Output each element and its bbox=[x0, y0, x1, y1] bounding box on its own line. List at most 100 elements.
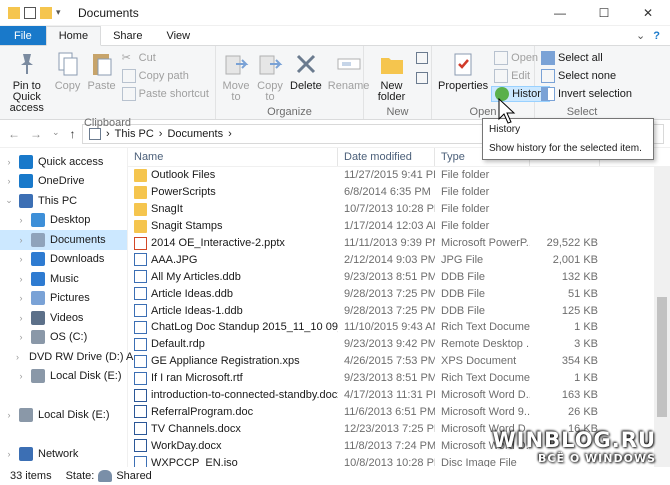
file-row[interactable]: Snagit Stamps 1/17/2014 12:03 AM File fold… bbox=[128, 218, 670, 235]
move-to-icon bbox=[225, 55, 249, 75]
title-bar: ▾ Documents — ☐ ✕ bbox=[0, 0, 670, 26]
chevron-icon[interactable]: › bbox=[16, 215, 26, 225]
cut-button[interactable]: ✂ Cut bbox=[119, 50, 212, 66]
close-button[interactable]: ✕ bbox=[626, 0, 670, 26]
easy-access-icon[interactable] bbox=[416, 72, 428, 84]
file-row[interactable]: If I ran Microsoft.rtf 9/23/2013 8:51 PM R… bbox=[128, 370, 670, 387]
chevron-icon[interactable]: › bbox=[16, 332, 26, 342]
chevron-icon[interactable]: › bbox=[16, 293, 26, 303]
column-date-modified[interactable]: Date modified bbox=[338, 148, 435, 166]
nav-item[interactable]: › Local Disk (E:) bbox=[0, 367, 127, 387]
nav-item[interactable]: › Videos bbox=[0, 308, 127, 328]
chevron-icon[interactable]: ⌄ bbox=[4, 195, 14, 206]
chevron-icon[interactable]: › bbox=[16, 352, 19, 362]
file-name-cell: Article Ideas-1.ddb bbox=[128, 304, 338, 318]
state-value: Shared bbox=[116, 470, 152, 482]
file-row[interactable]: Outlook Files 11/27/2015 9:41 PM File fold… bbox=[128, 167, 670, 184]
nav-item[interactable]: › Downloads bbox=[0, 250, 127, 270]
file-name: Outlook Files bbox=[151, 169, 216, 182]
file-date: 10/7/2013 10:28 PM bbox=[344, 203, 435, 216]
nav-item bbox=[0, 386, 127, 406]
copy-button[interactable]: Copy bbox=[51, 48, 85, 94]
nav-item[interactable]: › Network bbox=[0, 445, 127, 465]
chevron-icon[interactable]: › bbox=[4, 449, 14, 459]
nav-item[interactable]: ⌄ This PC bbox=[0, 191, 127, 211]
copy-path-button[interactable]: Copy path bbox=[119, 68, 212, 84]
chevron-down-icon[interactable]: ▾ bbox=[56, 7, 68, 19]
file-name: AAA.JPG bbox=[151, 253, 198, 266]
chevron-icon[interactable]: › bbox=[16, 371, 26, 381]
chevron-down-icon[interactable]: ⌄ bbox=[636, 29, 645, 42]
copy-to-button[interactable]: Copy to bbox=[253, 48, 287, 105]
column-name[interactable]: Name bbox=[128, 148, 338, 166]
tab-home[interactable]: Home bbox=[45, 26, 102, 46]
properties-label: Properties bbox=[438, 80, 489, 92]
move-to-button[interactable]: Move to bbox=[219, 48, 253, 105]
paste-button[interactable]: Paste bbox=[85, 48, 119, 94]
nav-item[interactable]: › Local Disk (E:) bbox=[0, 406, 127, 426]
file-row[interactable]: Default.rdp 9/23/2013 9:42 PM Remote Deskt… bbox=[128, 336, 670, 353]
file-row[interactable]: Article Ideas.ddb 9/28/2013 7:25 PM DDB Fi… bbox=[128, 285, 670, 302]
navigation-pane: › Quick access › OneDrive ⌄ This PC › Desktop › D… bbox=[0, 148, 133, 469]
checkmark-icon[interactable] bbox=[24, 6, 36, 19]
nav-item[interactable]: › Quick access bbox=[0, 152, 127, 172]
file-row[interactable]: GE Appliance Registration.xps 4/26/2015 7… bbox=[128, 353, 670, 370]
chevron-icon[interactable]: › bbox=[16, 254, 26, 264]
minimize-button[interactable]: — bbox=[538, 0, 582, 26]
chevron-icon[interactable]: › bbox=[4, 157, 14, 167]
chevron-icon[interactable]: › bbox=[4, 176, 14, 186]
vertical-scrollbar[interactable] bbox=[654, 167, 670, 469]
invert-selection-button[interactable]: Invert selection bbox=[538, 86, 635, 102]
file-row[interactable]: All My Articles.ddb 9/23/2013 8:51 PM DDB … bbox=[128, 268, 670, 285]
maximize-button[interactable]: ☐ bbox=[582, 0, 626, 26]
file-size: 132 KB bbox=[561, 270, 598, 283]
help-icon[interactable]: ? bbox=[653, 30, 660, 42]
file-row[interactable]: 2014 OE_Interactive-2.pptx 11/11/2013 9:3… bbox=[128, 235, 670, 252]
breadcrumb-separator-icon[interactable]: › bbox=[228, 128, 232, 140]
nav-item[interactable]: › Desktop bbox=[0, 211, 127, 231]
chevron-icon[interactable]: › bbox=[16, 274, 26, 284]
scrollbar-thumb[interactable] bbox=[657, 297, 667, 417]
new-item-icon[interactable] bbox=[416, 52, 428, 64]
tab-share[interactable]: Share bbox=[101, 26, 154, 45]
file-row[interactable]: PowerScripts 6/8/2014 6:35 PM File folder bbox=[128, 184, 670, 201]
pin-to-quick-access-button[interactable]: Pin to Quick access bbox=[3, 48, 51, 116]
nav-item[interactable]: › Pictures bbox=[0, 289, 127, 309]
nav-item[interactable]: › OS (C:) bbox=[0, 328, 127, 348]
file-row[interactable]: ReferralProgram.doc 11/6/2013 6:51 PM Micr… bbox=[128, 403, 670, 420]
nav-item[interactable]: › Music bbox=[0, 269, 127, 289]
new-group: New folder New bbox=[364, 46, 432, 119]
select-none-button[interactable]: Select none bbox=[538, 68, 635, 84]
chevron-icon[interactable]: › bbox=[16, 235, 26, 245]
mouse-cursor-icon bbox=[498, 98, 516, 124]
nav-item-label: DVD RW Drive (D:) A bbox=[29, 350, 134, 363]
file-row[interactable]: SnagIt 10/7/2013 10:28 PM File folder bbox=[128, 201, 670, 218]
folder-icon bbox=[134, 185, 147, 199]
tab-view[interactable]: View bbox=[154, 26, 202, 45]
file-row[interactable]: AAA.JPG 2/12/2014 9:03 PM JPG File 2,001 KB bbox=[128, 251, 670, 268]
drive-icon bbox=[31, 330, 45, 345]
file-name-cell: If I ran Microsoft.rtf bbox=[128, 371, 338, 385]
new-folder-button[interactable]: New folder bbox=[367, 48, 416, 105]
copy-to-label: Copy to bbox=[257, 80, 283, 103]
paste-shortcut-button[interactable]: Paste shortcut bbox=[119, 86, 212, 102]
delete-button[interactable]: Delete bbox=[287, 48, 325, 94]
star-icon bbox=[19, 154, 33, 169]
nav-item[interactable]: › DVD RW Drive (D:) A bbox=[0, 347, 133, 367]
chevron-icon[interactable]: › bbox=[4, 410, 14, 420]
properties-button[interactable]: Properties bbox=[435, 48, 491, 94]
file-name-cell: GE Appliance Registration.xps bbox=[128, 354, 338, 368]
file-type: Microsoft Word 9... bbox=[441, 405, 530, 418]
file-row[interactable]: ChatLog Doc Standup 2015_11_10 09_43.rtf… bbox=[128, 319, 670, 336]
videos-icon bbox=[31, 310, 45, 325]
file-row[interactable]: Article Ideas-1.ddb 9/28/2013 7:25 PM DDB … bbox=[128, 302, 670, 319]
status-bar: 33 items State: Shared bbox=[0, 467, 670, 485]
nav-item[interactable]: › OneDrive bbox=[0, 172, 127, 192]
file-row[interactable]: introduction-to-connected-standby.docx 4/… bbox=[128, 387, 670, 404]
new-folder-icon[interactable] bbox=[40, 6, 52, 19]
tab-file[interactable]: File bbox=[0, 26, 46, 45]
nav-item[interactable]: › Documents bbox=[0, 230, 127, 250]
chevron-icon[interactable]: › bbox=[16, 313, 26, 323]
select-all-button[interactable]: Select all bbox=[538, 50, 635, 66]
open-icon bbox=[494, 51, 509, 65]
